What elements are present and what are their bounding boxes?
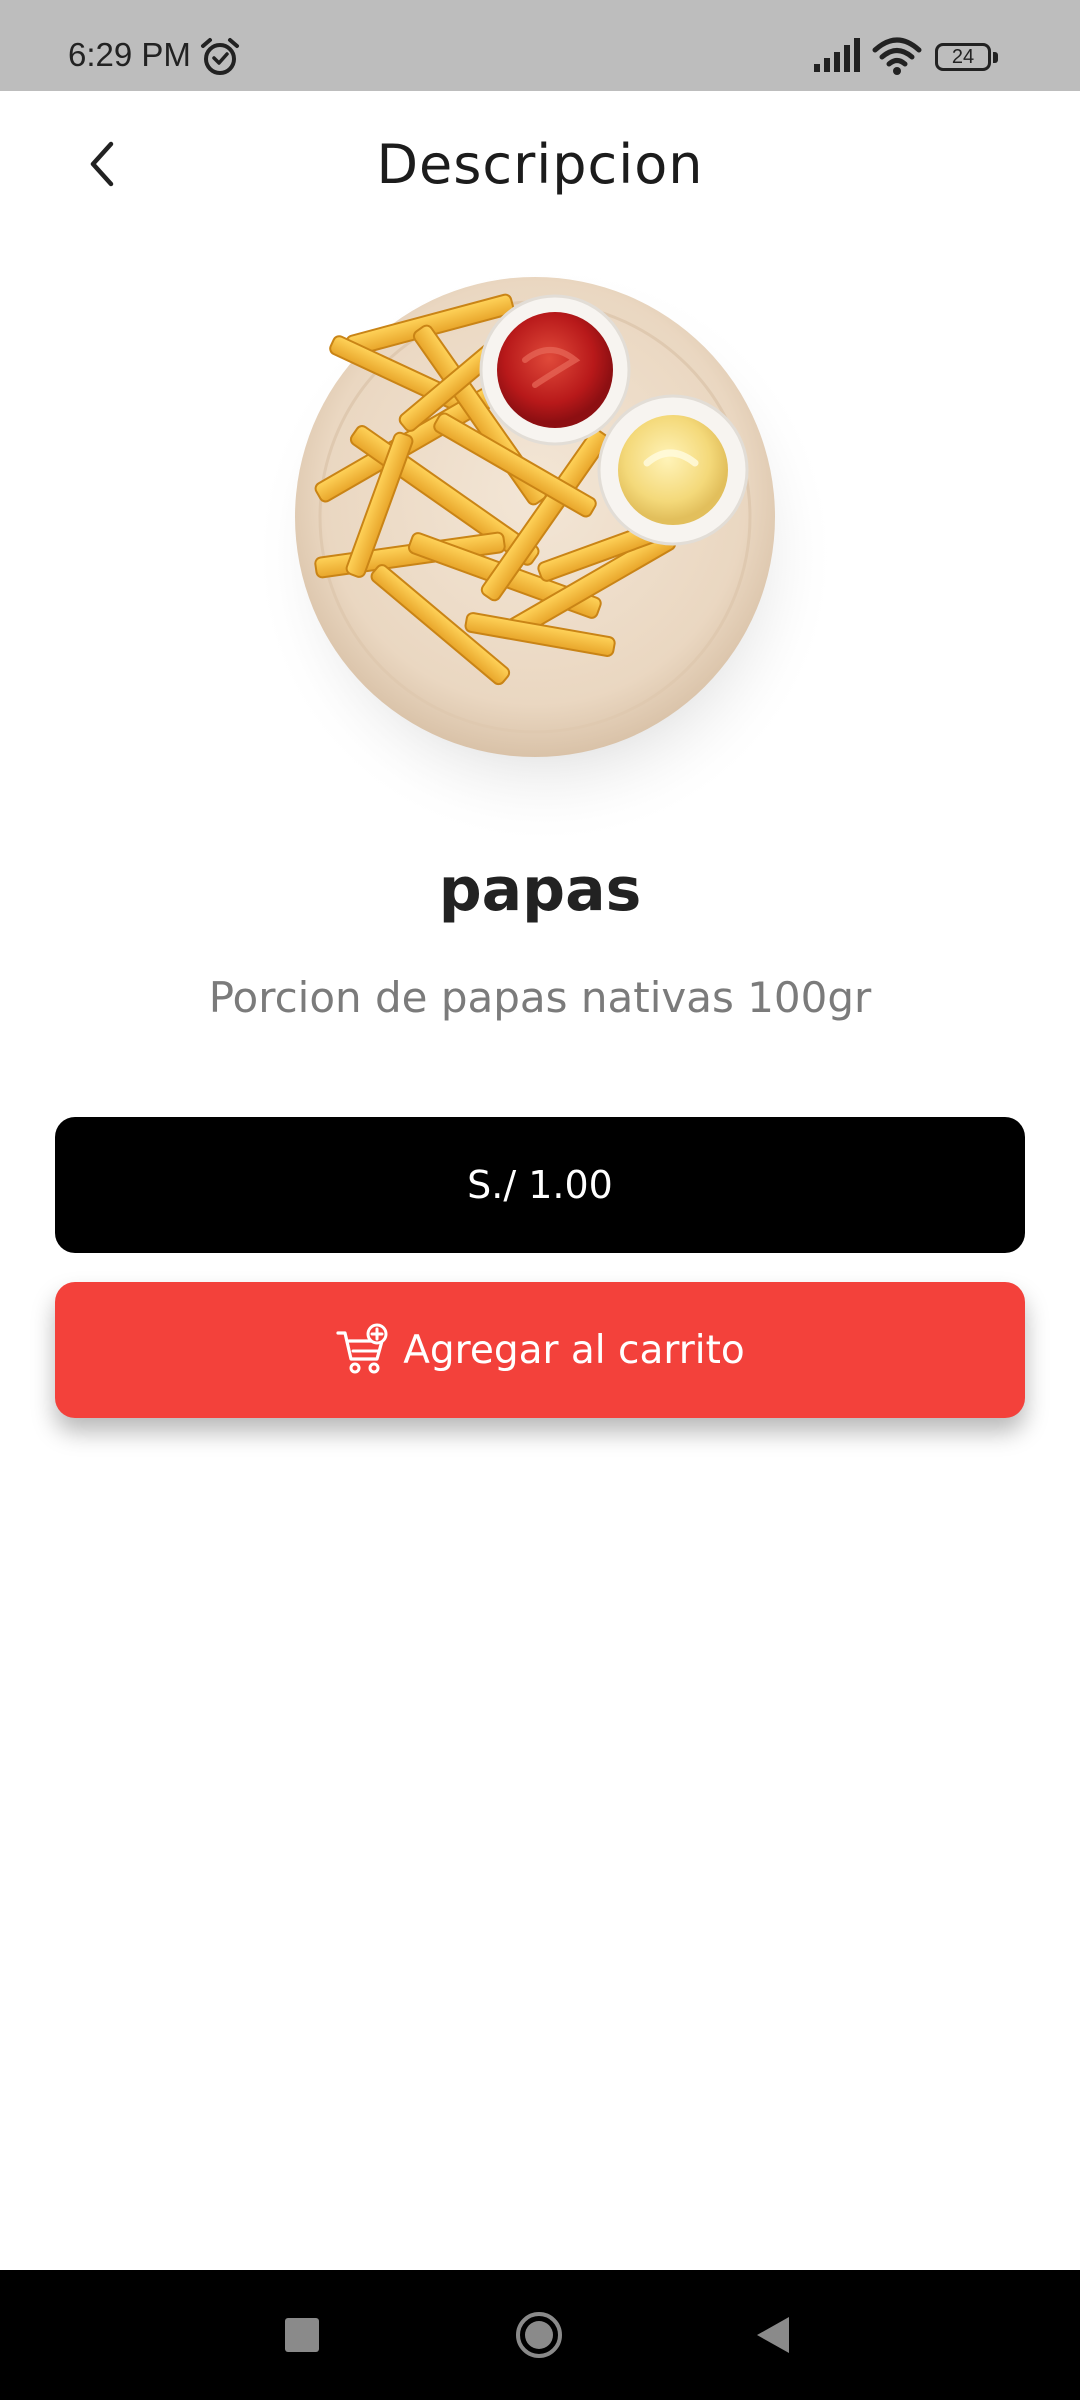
- status-bar: 6:29 PM 24: [0, 0, 1080, 91]
- navigation-bar: [0, 2270, 1080, 2400]
- price-label: S./ 1.00: [467, 1163, 613, 1207]
- cart-plus-icon: [336, 1323, 388, 1374]
- page-title: Descripcion: [376, 133, 704, 196]
- battery-level: 24: [951, 46, 975, 68]
- add-to-cart-label: Agregar al carrito: [403, 1327, 745, 1373]
- add-to-cart-button[interactable]: Agregar al carrito: [55, 1282, 1025, 1418]
- fries-plate-image: [253, 263, 835, 845]
- price-button[interactable]: S./ 1.00: [55, 1117, 1025, 1253]
- recents-icon[interactable]: [285, 2318, 319, 2352]
- wifi-icon: [872, 37, 922, 75]
- product-name: papas: [438, 855, 642, 925]
- header: Descripcion: [0, 91, 1080, 241]
- home-icon[interactable]: [515, 2311, 563, 2359]
- battery-icon: 24: [935, 43, 1001, 73]
- signal-icon: [814, 38, 860, 72]
- back-icon[interactable]: [755, 2315, 791, 2355]
- alarm-icon: [201, 38, 239, 75]
- product-description: Porcion de papas nativas 100gr: [208, 973, 872, 1022]
- status-time: 6:29 PM: [68, 36, 191, 73]
